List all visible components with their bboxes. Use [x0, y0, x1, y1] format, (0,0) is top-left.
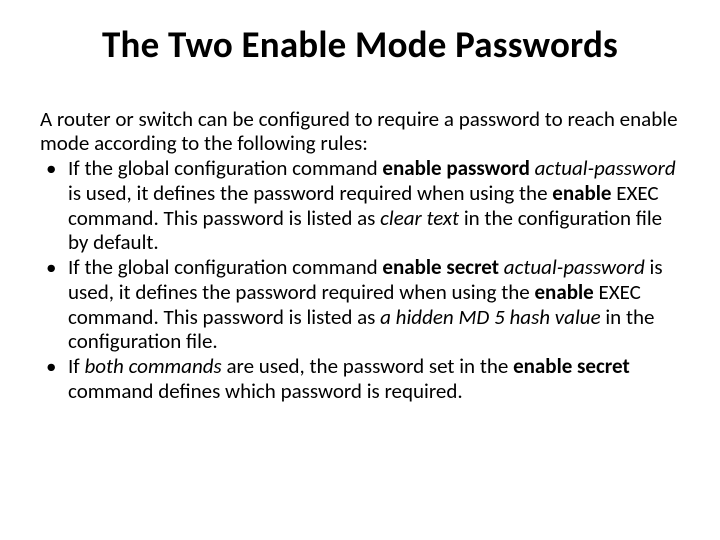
bold-text: enable	[552, 180, 611, 206]
bold-text: enable secret	[513, 353, 630, 379]
italic-text: actual-password	[504, 254, 645, 280]
bullet-item-2: If the global configuration command enab…	[40, 255, 680, 354]
slide-title: The Two Enable Mode Passwords	[40, 24, 680, 67]
italic-text: clear text	[380, 205, 459, 231]
italic-text: actual-password	[535, 155, 676, 181]
bold-text: enable	[534, 279, 593, 305]
text: If the global configuration command	[68, 155, 382, 181]
text: command defines which password is requir…	[68, 378, 463, 404]
bold-text: enable password	[382, 155, 534, 181]
text: If	[68, 353, 84, 379]
text: are used, the password set in the	[222, 353, 513, 379]
bullet-item-3: If both commands are used, the password …	[40, 354, 680, 404]
bold-text: enable secret	[382, 254, 503, 280]
bullet-item-1: If the global configuration command enab…	[40, 156, 680, 255]
text: is used, it defines the password require…	[68, 180, 552, 206]
text: If the global configuration command	[68, 254, 382, 280]
bullet-list: If the global configuration command enab…	[40, 156, 680, 404]
intro-text: A router or switch can be configured to …	[40, 107, 680, 157]
italic-text: both commands	[84, 353, 221, 379]
italic-text: a hidden MD 5 hash value	[380, 304, 600, 330]
slide: The Two Enable Mode Passwords A router o…	[0, 0, 720, 540]
